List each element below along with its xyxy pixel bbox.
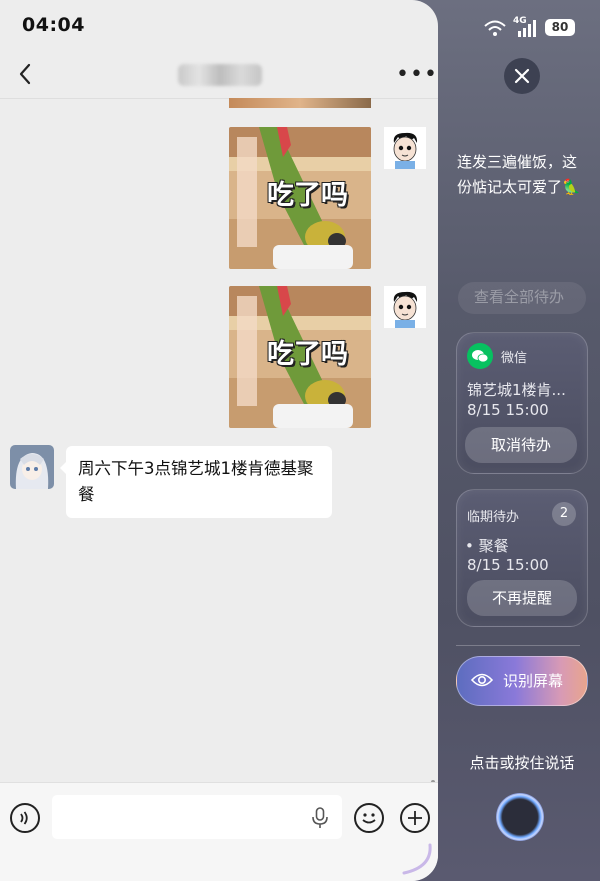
assistant-suggestion-text: 连发三遍催饭，这份惦记太可爱了🦜 <box>457 153 581 196</box>
voice-input-toggle-icon[interactable] <box>10 803 40 833</box>
chat-header: **** **** ••• <box>0 52 438 99</box>
emoji-icon[interactable] <box>354 803 384 833</box>
more-options-icon[interactable]: ••• <box>396 62 438 87</box>
my-avatar[interactable] <box>384 127 426 169</box>
recognize-screen-label: 识别屏幕 <box>503 672 564 690</box>
sticker-partial[interactable] <box>229 98 371 108</box>
status-time: 04:04 <box>22 14 85 36</box>
upcoming-todo-card[interactable]: 临期待办 2 • 聚餐 8/15 15:00 不再提醒 <box>456 489 588 627</box>
input-bar <box>0 782 438 881</box>
voice-assistant-orb[interactable] <box>496 793 544 841</box>
sticker-message[interactable]: 吃了吗 <box>229 286 371 428</box>
cartoon-avatar-icon <box>384 286 426 328</box>
todo-count: 2 <box>559 506 569 521</box>
cartoon-avatar-icon <box>384 127 426 169</box>
eye-icon <box>471 673 493 687</box>
todo-title: 锦艺城1楼肯... <box>467 381 566 399</box>
view-all-todos-button[interactable]: 查看全部待办 <box>458 282 586 314</box>
stop-reminding-button[interactable]: 不再提醒 <box>467 580 577 616</box>
friend-avatar[interactable] <box>10 445 54 489</box>
battery-icon: 80 <box>545 19 575 36</box>
signal-icon <box>518 20 536 37</box>
sticker-message[interactable]: 吃了吗 <box>229 127 371 269</box>
status-bar: 04:04 <box>0 0 438 52</box>
wechat-icon <box>467 343 493 369</box>
wechat-app-name: 微信 <box>501 351 528 366</box>
view-all-todos-label: 查看全部待办 <box>474 288 565 306</box>
message-input[interactable] <box>52 795 342 839</box>
contact-name-blurred: **** **** <box>178 64 262 86</box>
chat-screen: 04:04 **** **** ••• 吃了吗 <box>0 0 438 881</box>
upcoming-todo-title: 临期待办 <box>467 510 520 525</box>
sticker-caption: 吃了吗 <box>267 180 348 211</box>
close-button[interactable] <box>504 58 540 94</box>
add-attachment-icon[interactable] <box>400 803 430 833</box>
todo-item: • 聚餐 <box>465 537 509 555</box>
anime-avatar-icon <box>10 445 54 489</box>
recognize-screen-button[interactable]: 识别屏幕 <box>456 656 588 706</box>
text-message-bubble[interactable]: 周六下午3点锦艺城1楼肯德基聚餐 <box>60 446 332 518</box>
my-avatar[interactable] <box>384 286 426 328</box>
todo-time: 8/15 15:00 <box>467 401 549 419</box>
wechat-todo-card[interactable]: 微信 锦艺城1楼肯... 8/15 15:00 取消待办 <box>456 332 588 474</box>
back-icon[interactable] <box>14 60 38 88</box>
assistant-edge-glow <box>402 843 432 875</box>
todo-item-time: 8/15 15:00 <box>467 556 549 574</box>
sticker-caption: 吃了吗 <box>267 339 348 370</box>
todo-count-badge: 2 <box>552 502 576 526</box>
cancel-todo-button[interactable]: 取消待办 <box>465 427 577 463</box>
microphone-icon[interactable] <box>310 807 330 829</box>
voice-hint-text: 点击或按住说话 <box>469 754 575 772</box>
wifi-icon <box>484 20 506 36</box>
divider <box>456 645 580 646</box>
close-icon <box>514 68 530 84</box>
battery-level: 80 <box>551 20 569 34</box>
